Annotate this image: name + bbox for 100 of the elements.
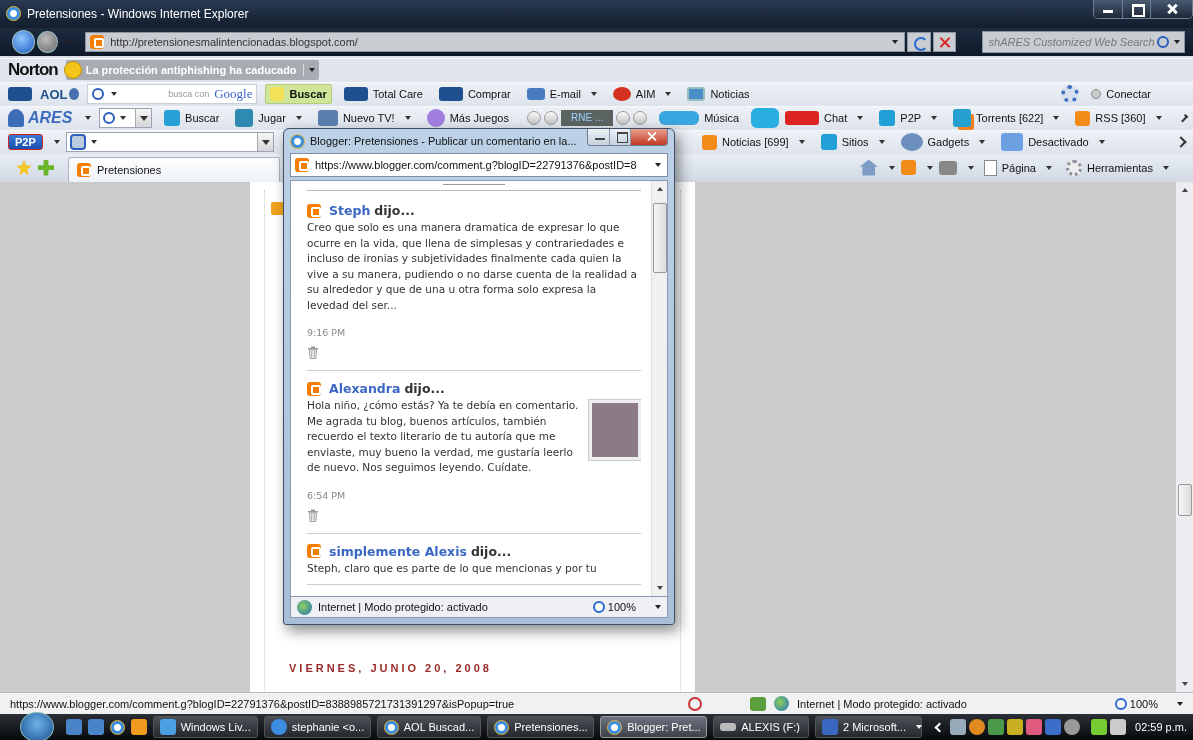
blogger-icon [307,381,321,396]
dropdown-button[interactable] [135,109,152,128]
search-button[interactable]: Buscar [265,84,332,105]
toolbar-button[interactable]: Sitios [816,132,889,153]
hp-logo-icon [8,87,32,102]
gear-icon [1065,159,1082,176]
zoom-button[interactable]: 100% [592,601,661,613]
forward-button[interactable] [37,30,59,53]
start-button[interactable] [20,712,54,740]
back-button[interactable] [12,29,36,54]
toolbar-button[interactable]: RSS [360] [1071,108,1166,129]
hp-logo-icon [343,87,368,102]
trash-icon[interactable] [307,508,319,522]
spiral-icon[interactable] [1064,719,1080,735]
toolbar-button[interactable]: Página [979,157,1056,178]
zoom-button[interactable]: 100% [1114,697,1183,710]
status-dot-icon [1091,89,1102,100]
taskbar-button[interactable]: 2 Microsoft... [815,716,922,738]
scroll-down-arrow[interactable] [656,586,663,590]
refresh-button[interactable] [907,31,931,52]
toolbar-button[interactable]: E-mail [522,84,601,105]
maximize-button[interactable] [608,129,630,145]
pen-icon [270,87,285,102]
browser-logo-icon [290,133,305,149]
author-link[interactable]: simplemente Alexis [329,543,467,559]
search-field[interactable] [65,132,274,153]
printer-icon[interactable] [938,160,957,175]
minimize-button[interactable] [587,129,609,145]
rss-icon [1075,110,1091,126]
address-field[interactable]: http://pretensionesmalintencionadas.blogspot.com/ [85,31,906,52]
toolbar-button[interactable]: Noticias [699] [698,132,809,153]
norton-logo: Norton [8,60,58,81]
toolbar-button[interactable]: Noticias [683,84,754,105]
toolbar-button[interactable]: Más Juegos [422,108,513,129]
minimize-button[interactable] [1094,0,1122,18]
color-icon[interactable] [1026,719,1042,735]
help-icon [63,61,82,80]
taskbar-button[interactable]: Blogger: Pret... [600,716,708,738]
toolbar-button[interactable]: Música [655,108,744,129]
search-field[interactable] [99,108,153,129]
aol-figure-icon [69,88,80,101]
p2p-logo: P2P [8,134,43,151]
game-icon [426,109,445,128]
comment-text: Steph, claro que es parte de lo que mencionas y por tu [307,560,598,576]
ares-icon [8,109,24,128]
author-link[interactable]: Alexandra [329,381,401,396]
shield-icon[interactable] [969,719,985,735]
zoom-icon [592,601,605,613]
toolbar-button[interactable]: Jugar [231,108,306,129]
desktop-icon[interactable] [65,719,82,735]
toolbar-button[interactable]: P2P [875,108,942,129]
settings-icon[interactable] [1061,85,1080,104]
toolbar-button[interactable]: Torrents [622] [949,108,1064,129]
search-icon [69,134,86,151]
toolbar-button[interactable]: Nuevo TV! [313,108,415,129]
search-field[interactable]: shARES Customized Web Search [981,30,1185,53]
arrows-icon [879,110,896,127]
scrollbar-thumb[interactable] [652,203,667,273]
taskbar-button[interactable]: ALEXIS (F:) [713,716,809,738]
news-icon [687,87,706,102]
browser-icon [607,719,623,735]
scrollbar[interactable] [651,181,667,596]
trash-icon[interactable] [307,346,319,359]
dropdown-button[interactable] [256,133,273,152]
scroll-up-arrow[interactable] [656,187,663,191]
toolbar-button[interactable]: Herramientas [1061,157,1173,178]
scroll-down-arrow[interactable] [1181,682,1188,687]
toolbar-button[interactable]: AIM [608,84,676,105]
toolbar-button[interactable]: Gadgets [896,132,990,153]
blogger-icon [307,544,321,558]
author-link[interactable]: Steph [329,203,371,218]
date-header: VIERNES, JUNIO 20, 2008 [289,662,493,675]
connect-button[interactable]: Conectar [1087,84,1155,105]
taskbar-button[interactable]: Windows Liv... [152,716,258,738]
toolbar-button[interactable]: Total Care [339,84,427,105]
address-field[interactable]: https://www.blogger.com/comment.g?blogID=22791376&postID=8 [290,153,668,177]
browser-icon[interactable] [109,719,125,735]
search-icon[interactable] [1157,35,1169,48]
search-icon[interactable] [92,88,105,101]
toolbar-button[interactable]: Desactivado [997,132,1109,153]
scrollbar-thumb[interactable] [1177,483,1192,516]
scroll-up-arrow[interactable] [1181,187,1188,192]
taskbar-button[interactable]: Pretensiones... [487,716,595,738]
media-icon[interactable] [130,719,147,735]
address-text: http://pretensionesmalintencionadas.blogspot.com/ [110,35,358,48]
search-button[interactable]: Buscar [160,108,224,129]
tab[interactable]: Pretensiones [68,156,280,182]
window-icon[interactable] [87,719,104,735]
taskbar-button[interactable]: stephanie <o... [263,716,371,738]
taskbar-button[interactable]: AOL Buscad... [376,716,482,738]
messenger-icon [270,719,287,735]
close-button[interactable] [1150,0,1192,18]
search-input[interactable]: shARES Customized Web Search [986,34,1157,49]
toolbar-button[interactable]: Comprar [434,84,515,105]
scrollbar[interactable] [1175,181,1193,693]
address-text: https://www.blogger.com/comment.g?blogID=22791376&postID=8 [315,159,637,171]
stop-button[interactable] [932,31,956,52]
maximize-button[interactable] [1122,0,1150,18]
search-field[interactable]: busca con Google [87,84,258,105]
toolbar-button[interactable]: Chat [781,108,868,129]
